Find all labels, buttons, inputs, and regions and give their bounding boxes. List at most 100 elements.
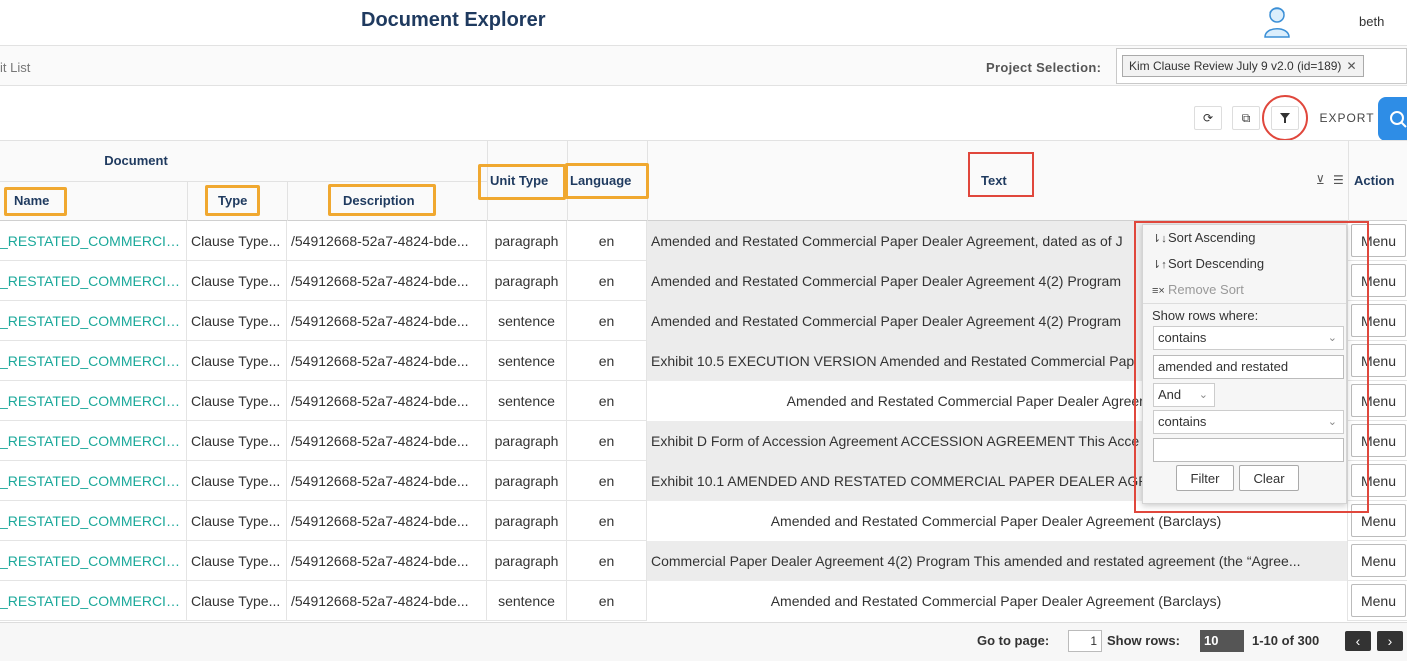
row-menu-button[interactable]: Menu — [1351, 504, 1406, 537]
table-row[interactable]: _RESTATED_COMMERCIAL... Clause Type.../54… — [0, 581, 1407, 621]
column-header-name[interactable]: Name — [14, 193, 49, 208]
unit-type-cell: paragraph — [487, 461, 567, 501]
chevron-down-icon: ⌄ — [1198, 389, 1208, 401]
row-menu-button[interactable]: Menu — [1351, 264, 1406, 297]
doc-name-link[interactable]: _RESTATED_COMMERCIAL... — [0, 221, 187, 261]
row-menu-button[interactable]: Menu — [1351, 384, 1406, 417]
action-cell: Menu — [1348, 501, 1407, 541]
description-cell: /54912668-52a7-4824-bde... — [287, 541, 487, 581]
description-cell: /54912668-52a7-4824-bde... — [287, 421, 487, 461]
unit-type-cell: paragraph — [487, 221, 567, 261]
chevron-right-icon: › — [1387, 633, 1393, 649]
divider — [187, 181, 188, 222]
description-cell: /54912668-52a7-4824-bde... — [287, 581, 487, 621]
table-row[interactable]: _RESTATED_COMMERCIAL... Clause Type.../54… — [0, 541, 1407, 581]
action-cell: Menu — [1348, 221, 1407, 261]
language-cell: en — [567, 461, 647, 501]
export-button[interactable]: EXPORT — [1316, 104, 1378, 132]
table-row[interactable]: _RESTATED_COMMERCIAL... Clause Type.../54… — [0, 501, 1407, 541]
doc-name-link[interactable]: _RESTATED_COMMERCIAL... — [0, 301, 187, 341]
remove-sort-item[interactable]: ≡× Remove Sort — [1152, 282, 1244, 297]
column-header-type[interactable]: Type — [218, 193, 247, 208]
language-cell: en — [567, 301, 647, 341]
sort-ascending-item[interactable]: ⇂↓Sort Ascending — [1152, 230, 1255, 245]
sort-descending-item[interactable]: ⇂↑Sort Descending — [1152, 256, 1264, 271]
type-cell: Clause Type... — [187, 581, 287, 621]
filter-button[interactable] — [1271, 106, 1299, 130]
row-menu-button[interactable]: Menu — [1351, 344, 1406, 377]
filter-operator-2-value: contains — [1158, 414, 1207, 429]
row-menu-button[interactable]: Menu — [1351, 224, 1406, 257]
doc-name-link[interactable]: _RESTATED_COMMERCIAL... — [0, 381, 187, 421]
language-cell: en — [567, 261, 647, 301]
user-avatar-icon[interactable] — [1262, 4, 1292, 38]
unit-type-cell: paragraph — [487, 261, 567, 301]
doc-name-link[interactable]: _RESTATED_COMMERCIAL... — [0, 501, 187, 541]
filter-operator-2-select[interactable]: contains ⌄ — [1153, 410, 1344, 434]
remove-project-icon[interactable]: ✕ — [1346, 59, 1356, 73]
language-cell: en — [567, 541, 647, 581]
unit-type-cell: sentence — [487, 581, 567, 621]
column-header-unit-type[interactable]: Unit Type — [490, 173, 548, 188]
copy-button[interactable]: ⧉ — [1232, 106, 1260, 130]
description-cell: /54912668-52a7-4824-bde... — [287, 301, 487, 341]
type-cell: Clause Type... — [187, 341, 287, 381]
go-to-page-input[interactable]: 1 — [1068, 630, 1102, 652]
action-cell: Menu — [1348, 461, 1407, 501]
description-cell: /54912668-52a7-4824-bde... — [287, 381, 487, 421]
action-cell: Menu — [1348, 381, 1407, 421]
type-cell: Clause Type... — [187, 501, 287, 541]
column-filter-icon[interactable]: ⊻ — [1316, 173, 1325, 187]
unit-type-cell: sentence — [487, 381, 567, 421]
rows-per-page-select[interactable]: 10 — [1200, 630, 1244, 652]
project-chip-label: Kim Clause Review July 9 v2.0 (id=189) — [1129, 59, 1342, 73]
action-cell: Menu — [1348, 341, 1407, 381]
remove-sort-icon: ≡× — [1152, 285, 1165, 297]
filter-value-1-input[interactable]: amended and restated — [1153, 355, 1344, 379]
language-cell: en — [567, 221, 647, 261]
table-header: Document Name Type Description Unit Type… — [0, 140, 1407, 222]
row-menu-button[interactable]: Menu — [1351, 304, 1406, 337]
description-cell: /54912668-52a7-4824-bde... — [287, 341, 487, 381]
filter-clear-button[interactable]: Clear — [1239, 465, 1299, 491]
user-name[interactable]: beth — [1359, 14, 1384, 29]
search-icon — [1390, 111, 1407, 128]
column-menu-icon[interactable]: ☰ — [1333, 173, 1344, 187]
doc-name-link[interactable]: _RESTATED_COMMERCIAL... — [0, 341, 187, 381]
column-header-description[interactable]: Description — [343, 193, 415, 208]
sub-bar: it List Project Selection: Kim Clause Re… — [0, 46, 1407, 86]
action-cell: Menu — [1348, 301, 1407, 341]
filter-operator-1-select[interactable]: contains ⌄ — [1153, 326, 1344, 350]
refresh-icon: ⟳ — [1202, 111, 1214, 125]
unit-type-cell: paragraph — [487, 541, 567, 581]
filter-apply-button[interactable]: Filter — [1176, 465, 1234, 491]
pagination-footer: Go to page: 1 Show rows: 10 1-10 of 300 … — [0, 622, 1407, 661]
filter-value-2-input[interactable] — [1153, 438, 1344, 462]
next-page-button[interactable]: › — [1377, 631, 1403, 651]
doc-name-link[interactable]: _RESTATED_COMMERCIAL... — [0, 261, 187, 301]
rows-per-page-value: 10 — [1204, 633, 1219, 648]
prev-page-button[interactable]: ‹ — [1345, 631, 1371, 651]
refresh-button[interactable]: ⟳ — [1194, 106, 1222, 130]
description-cell: /54912668-52a7-4824-bde... — [287, 501, 487, 541]
doc-name-link[interactable]: _RESTATED_COMMERCIAL... — [0, 541, 187, 581]
search-button[interactable] — [1378, 97, 1407, 141]
breadcrumb[interactable]: it List — [0, 60, 30, 75]
doc-name-link[interactable]: _RESTATED_COMMERCIAL... — [0, 581, 187, 621]
doc-name-link[interactable]: _RESTATED_COMMERCIAL... — [0, 421, 187, 461]
row-menu-button[interactable]: Menu — [1351, 424, 1406, 457]
divider — [567, 141, 568, 222]
column-header-text[interactable]: Text — [981, 173, 1007, 188]
project-select[interactable]: Kim Clause Review July 9 v2.0 (id=189) ✕ — [1116, 48, 1407, 84]
divider — [0, 181, 487, 182]
row-menu-button[interactable]: Menu — [1351, 584, 1406, 617]
type-cell: Clause Type... — [187, 541, 287, 581]
column-header-language[interactable]: Language — [570, 173, 631, 188]
project-selection-label: Project Selection: — [986, 60, 1102, 75]
filter-logic-select[interactable]: And ⌄ — [1153, 383, 1215, 407]
row-menu-button[interactable]: Menu — [1351, 544, 1406, 577]
chevron-down-icon: ⌄ — [1327, 332, 1337, 344]
row-menu-button[interactable]: Menu — [1351, 464, 1406, 497]
action-cell: Menu — [1348, 541, 1407, 581]
doc-name-link[interactable]: _RESTATED_COMMERCIAL... — [0, 461, 187, 501]
